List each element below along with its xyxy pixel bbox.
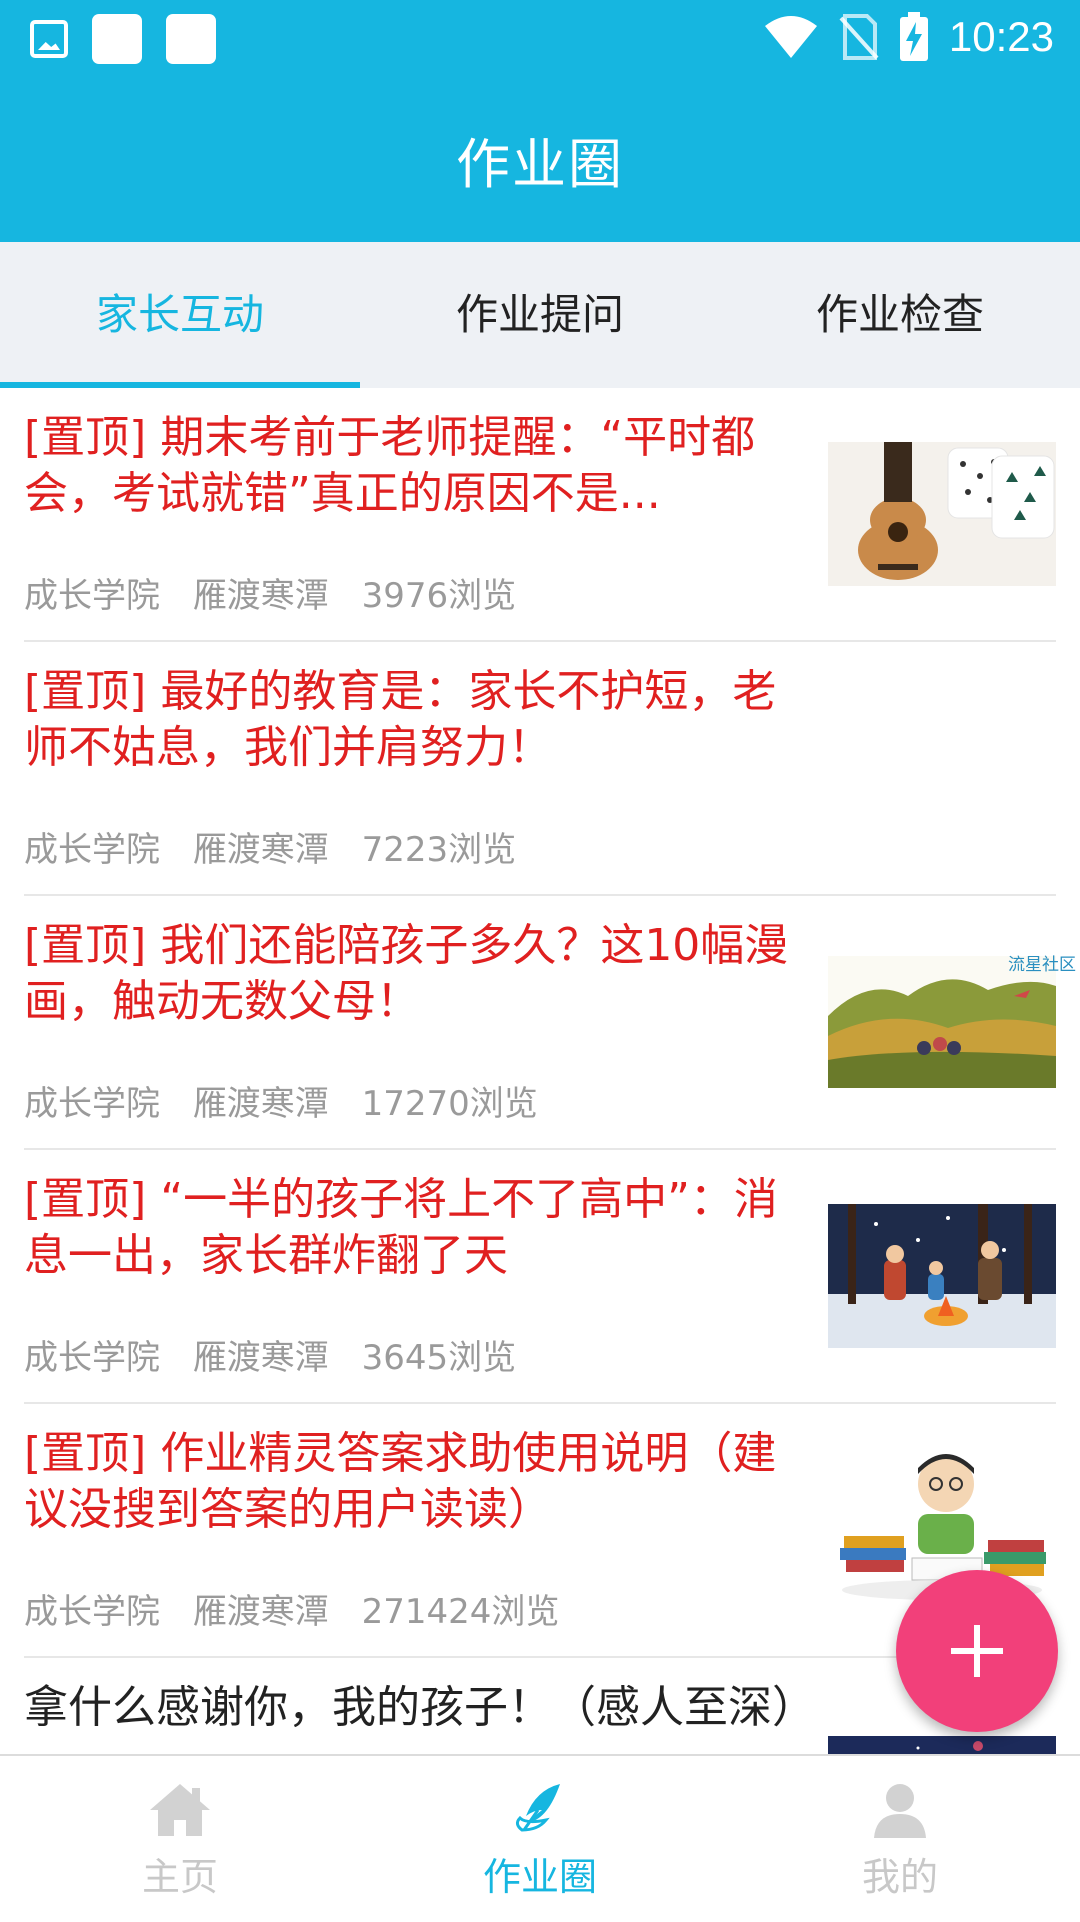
post-category: 成长学院 — [24, 1338, 160, 1378]
post-thumbnail — [828, 442, 1056, 586]
notification-icon — [166, 14, 216, 64]
post-meta: 成长学院 雁渡寒潭 3645浏览 — [24, 1330, 538, 1379]
nav-label: 我的 — [861, 1855, 938, 1899]
post-author: 雁渡寒潭 — [192, 1592, 329, 1632]
home-icon — [150, 1784, 210, 1836]
post-title: [置顶] 我们还能陪孩子多久？这10幅漫画，触动无数父母！ — [24, 920, 789, 1027]
post-views: 3645浏览 — [361, 1338, 517, 1378]
thumbnail-watermark: 流星社区 — [1008, 955, 1076, 975]
post-views: 3976浏览 — [361, 576, 517, 616]
list-item[interactable]: [置顶] 最好的教育是：家长不护短，老师不姑息，我们并肩努力！ 成长学院 雁渡寒… — [24, 642, 1056, 896]
post-thumbnail — [828, 1736, 1056, 1754]
bottom-nav: 主页 作业圈 我的 — [0, 1754, 1080, 1922]
post-title: [置顶] 期末考前于老师提醒：“平时都会，考试就错”真正的原因不是... — [24, 412, 756, 519]
tab-homework-questions[interactable]: 作业提问 — [360, 242, 720, 388]
post-author: 雁渡寒潭 — [192, 830, 329, 870]
post-title: [置顶] 作业精灵答案求助使用说明（建议没搜到答案的用户读读） — [24, 1428, 777, 1535]
post-title: [置顶] “一半的孩子将上不了高中”：消息一出，家长群炸翻了天 — [24, 1174, 778, 1281]
status-bar: 10:23 — [0, 0, 1080, 78]
post-category: 成长学院 — [24, 1084, 160, 1124]
post-title: [置顶] 最好的教育是：家长不护短，老师不姑息，我们并肩努力！ — [24, 666, 777, 773]
post-meta: 成长学院 雁渡寒潭 7223浏览 — [24, 822, 538, 871]
tab-homework-check[interactable]: 作业检查 — [720, 242, 1080, 388]
nav-item-mine[interactable]: 我的 — [720, 1756, 1080, 1922]
post-thumbnail — [828, 956, 1056, 1088]
post-author: 雁渡寒潭 — [192, 1338, 329, 1378]
add-post-button[interactable] — [896, 1570, 1058, 1732]
post-feed: [置顶] 期末考前于老师提醒：“平时都会，考试就错”真正的原因不是... 成长学… — [0, 388, 1080, 1754]
post-category: 成长学院 — [24, 1592, 160, 1632]
person-icon — [874, 1784, 926, 1838]
nav-item-home[interactable]: 主页 — [0, 1756, 360, 1922]
tab-parent-interaction[interactable]: 家长互动 — [0, 242, 360, 388]
post-category: 成长学院 — [24, 576, 160, 616]
wifi-icon — [764, 16, 817, 58]
post-meta: 成长学院 雁渡寒潭 3976浏览 — [24, 568, 538, 617]
post-views: 17270浏览 — [361, 1084, 538, 1124]
app-bar: 10:23 作业圈 — [0, 0, 1080, 242]
no-sim-icon — [839, 14, 879, 60]
notification-icon — [92, 14, 142, 64]
feather-icon — [515, 1784, 560, 1832]
nav-label: 作业圈 — [482, 1855, 597, 1899]
page-title: 作业圈 — [456, 133, 624, 196]
post-author: 雁渡寒潭 — [192, 1084, 329, 1124]
image-notification-icon — [30, 20, 68, 58]
list-item[interactable]: [置顶] “一半的孩子将上不了高中”：消息一出，家长群炸翻了天 成长学院 雁渡寒… — [24, 1150, 1056, 1404]
post-meta: 成长学院 雁渡寒潭 17270浏览 — [24, 1076, 560, 1125]
list-item[interactable]: [置顶] 我们还能陪孩子多久？这10幅漫画，触动无数父母！ 成长学院 雁渡寒潭 … — [24, 896, 1076, 1150]
post-views: 7223浏览 — [361, 830, 517, 870]
plus-icon — [951, 1625, 1003, 1677]
list-item[interactable]: [置顶] 期末考前于老师提醒：“平时都会，考试就错”真正的原因不是... 成长学… — [24, 388, 1056, 642]
nav-label: 主页 — [141, 1855, 218, 1899]
post-meta: 成长学院 雁渡寒潭 271424浏览 — [24, 1584, 581, 1633]
post-category: 成长学院 — [24, 830, 160, 870]
clock: 10:23 — [948, 13, 1054, 60]
post-thumbnail — [828, 1204, 1056, 1348]
post-author: 雁渡寒潭 — [192, 576, 329, 616]
battery-charging-icon — [899, 12, 928, 61]
tab-bar: 家长互动 作业提问 作业检查 — [0, 242, 1080, 388]
post-views: 271424浏览 — [361, 1592, 560, 1632]
post-title: 拿什么感谢你，我的孩子！（感人至深） — [24, 1682, 816, 1733]
nav-item-homework-circle[interactable]: 作业圈 — [360, 1756, 720, 1922]
